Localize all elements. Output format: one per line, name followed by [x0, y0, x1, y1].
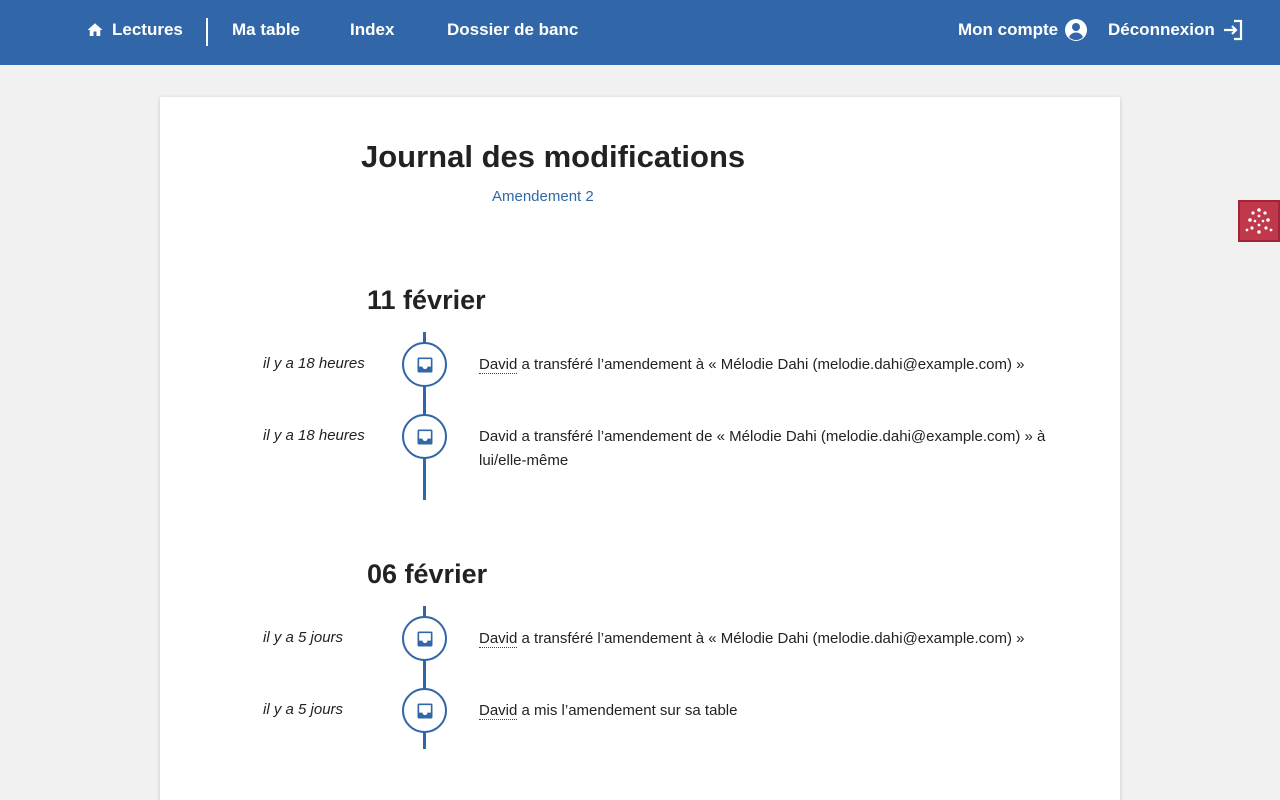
event-user-link[interactable]: David: [479, 702, 518, 720]
event-time: il y a 18 heures: [263, 355, 365, 372]
nav-logout-link[interactable]: Déconnexion: [1108, 0, 1245, 60]
top-navbar: Lectures Ma table Index Dossier de banc …: [0, 0, 1280, 65]
journal-card: Journal des modifications Amendement 2 1…: [160, 97, 1120, 800]
nav-ma-table-link[interactable]: Ma table: [232, 0, 300, 60]
inbox-icon: [402, 616, 447, 661]
event-description: a mis l’amendement sur sa table: [517, 702, 738, 719]
event-text: David a transféré l’amendement de « Mélo…: [479, 425, 1059, 473]
event-time: il y a 18 heures: [263, 427, 365, 444]
event-text: David a transféré l’amendement à « Mélod…: [479, 627, 1059, 651]
logout-icon: [1223, 19, 1242, 41]
home-icon: [87, 23, 103, 36]
event-description: a transféré l’amendement à « Mélodie Dah…: [517, 356, 1025, 373]
side-widget-button[interactable]: [1238, 200, 1280, 242]
event-time: il y a 5 jours: [263, 629, 344, 646]
event-user-link[interactable]: David: [479, 356, 518, 374]
inbox-icon: [402, 688, 447, 733]
nav-lectures-label: Lectures: [112, 20, 183, 39]
event-user: David: [479, 428, 518, 445]
nav-lectures-link[interactable]: Lectures: [86, 0, 183, 60]
nav-separator: [206, 18, 208, 46]
nav-dossier-banc-link[interactable]: Dossier de banc: [447, 0, 578, 60]
account-circle-icon: [1065, 19, 1088, 41]
page-title: Journal des modifications: [361, 139, 746, 174]
network-dots-icon: [1245, 208, 1273, 234]
nav-account-label: Mon compte: [958, 20, 1059, 39]
day-heading: 11 février: [367, 285, 486, 315]
day-heading: 06 février: [367, 559, 488, 589]
event-text: David a transféré l’amendement à « Mélod…: [479, 353, 1059, 377]
nav-index-link[interactable]: Index: [350, 0, 394, 60]
event-text: David a mis l’amendement sur sa table: [479, 699, 1059, 723]
nav-account-link[interactable]: Mon compte: [958, 0, 1088, 60]
event-description: a transféré l’amendement de « Mélodie Da…: [479, 428, 1046, 469]
event-user-link[interactable]: David: [479, 630, 518, 648]
inbox-icon: [402, 342, 447, 387]
nav-logout-label: Déconnexion: [1108, 20, 1215, 39]
event-description: a transféré l’amendement à « Mélodie Dah…: [517, 630, 1025, 647]
nav-index-label: Index: [350, 20, 395, 39]
inbox-icon: [402, 414, 447, 459]
amendment-link[interactable]: Amendement 2: [492, 188, 594, 205]
nav-ma-table-label: Ma table: [232, 20, 301, 39]
event-time: il y a 5 jours: [263, 701, 344, 718]
nav-dossier-banc-label: Dossier de banc: [447, 20, 579, 39]
